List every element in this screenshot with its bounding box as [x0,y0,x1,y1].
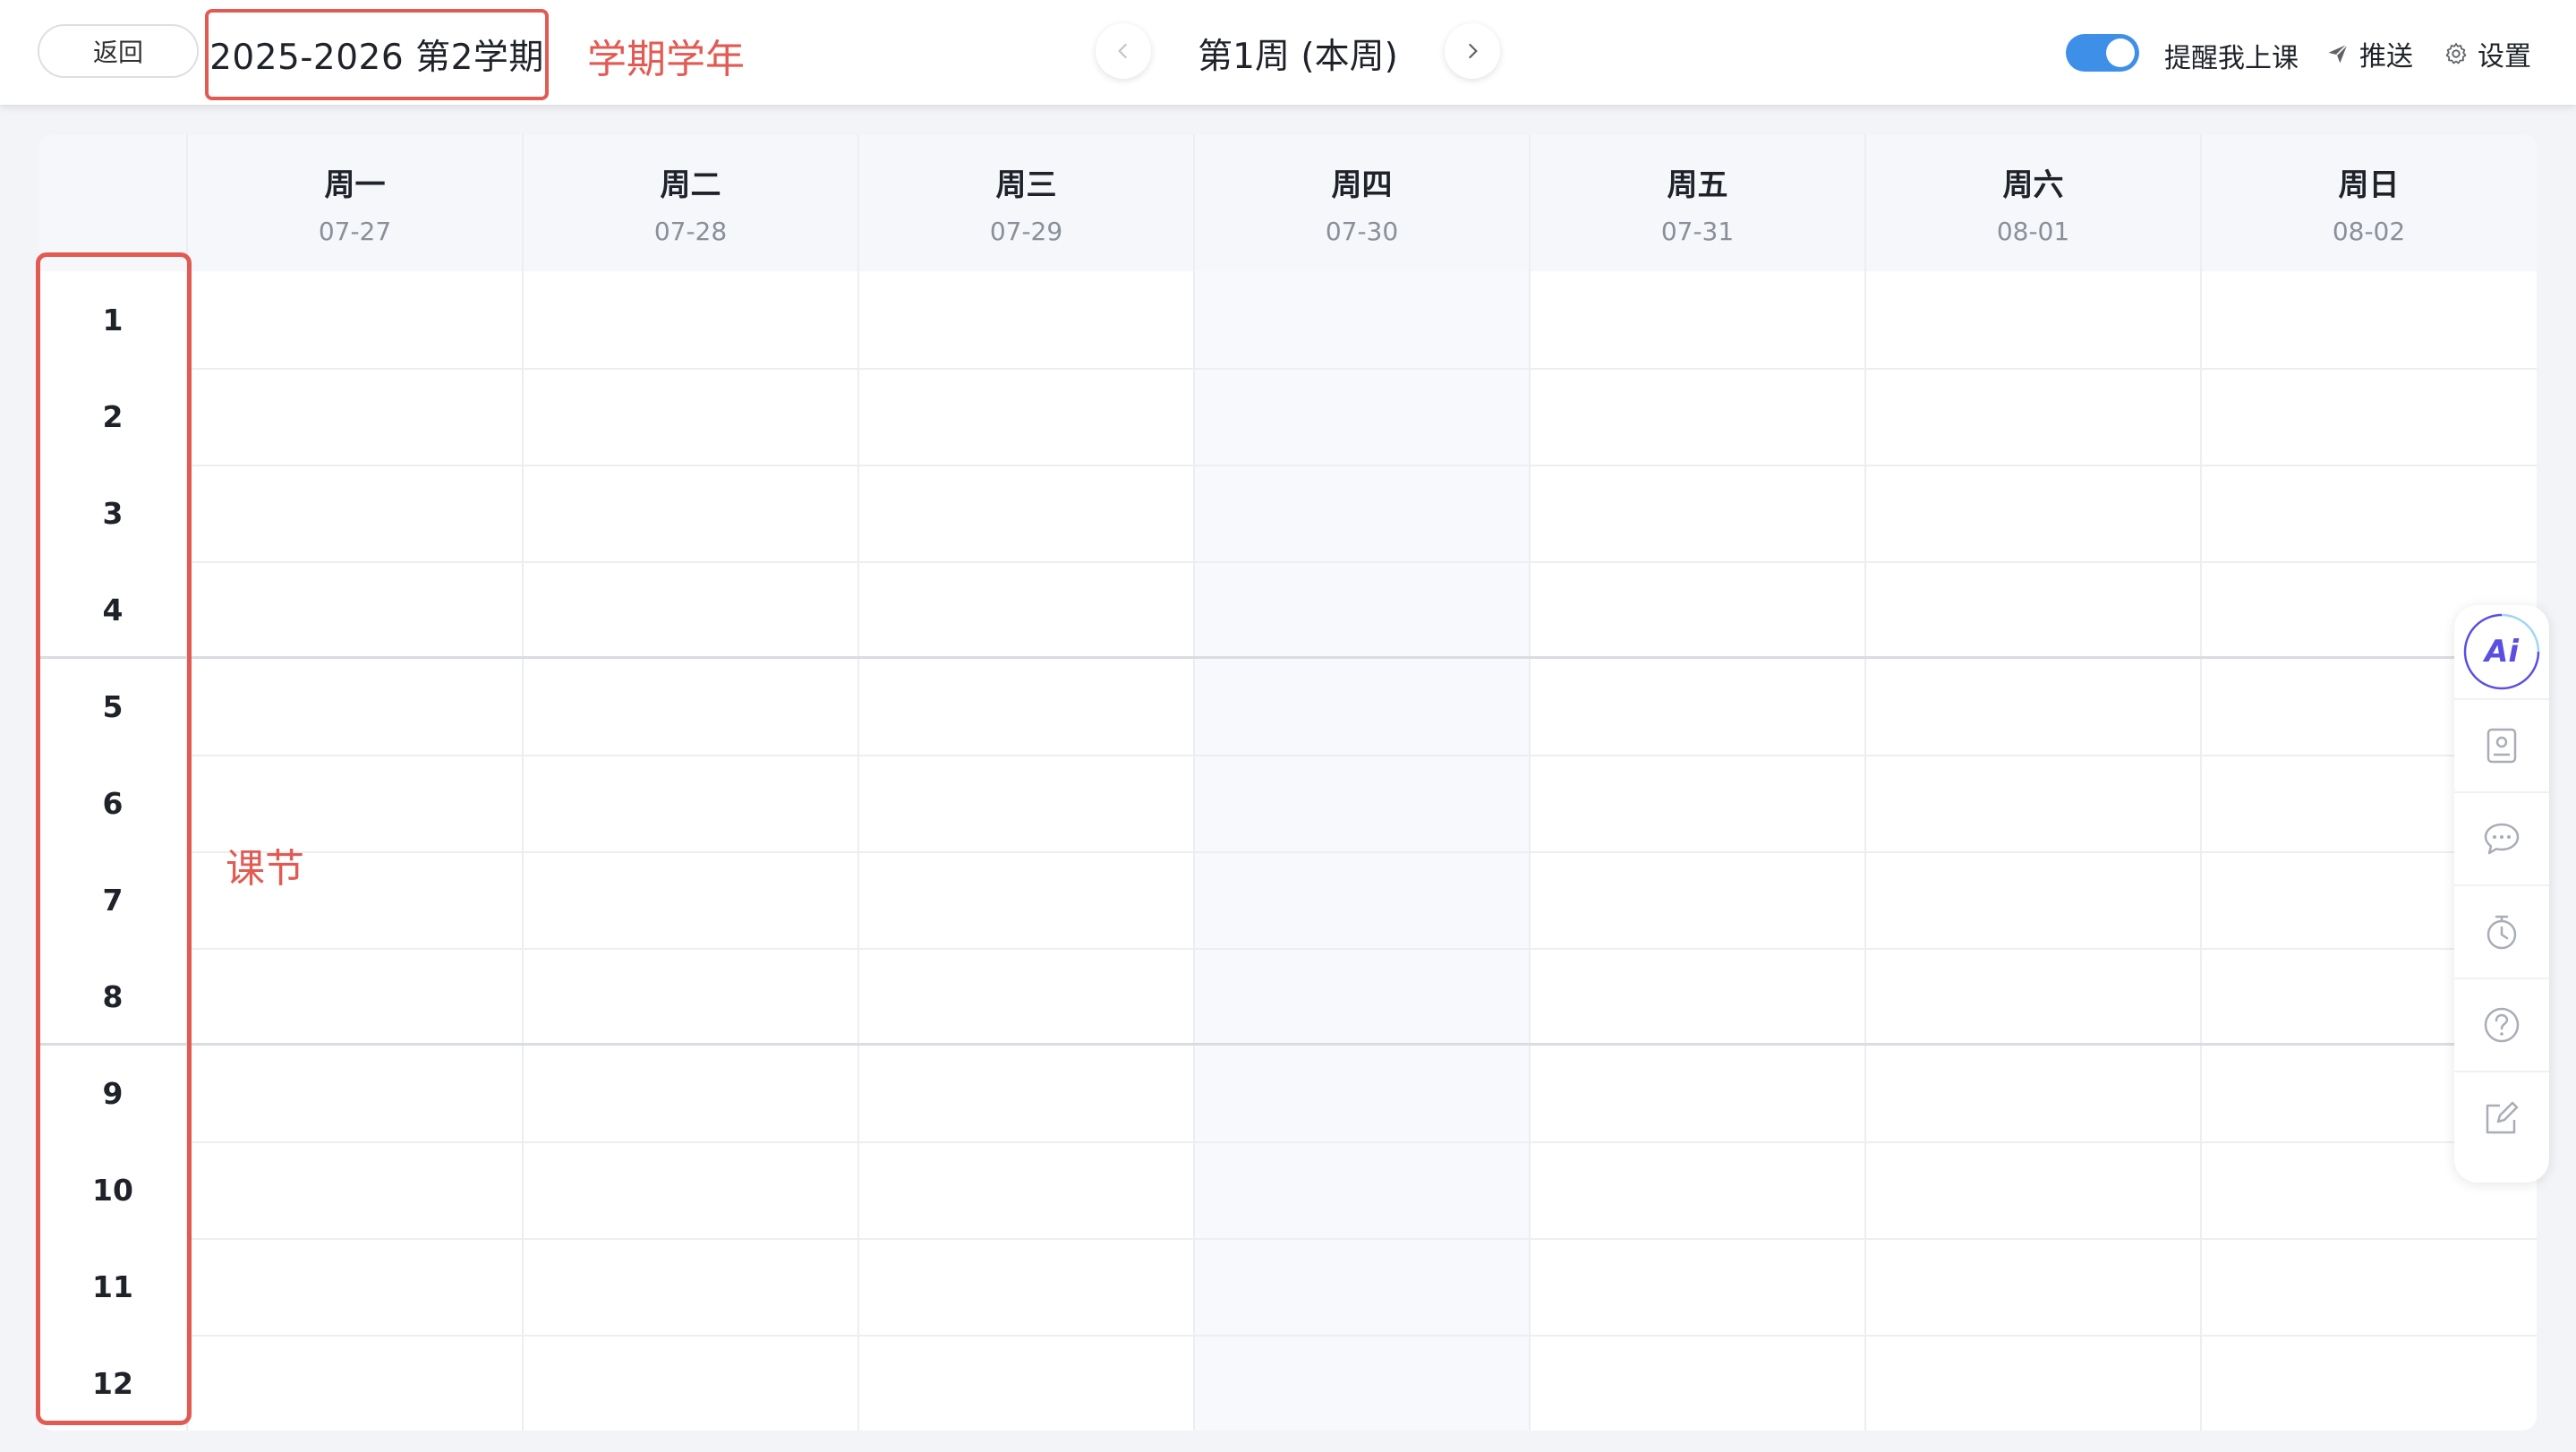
term-label: 2025-2026 第2学期 [209,38,544,78]
row-divider [186,1335,2537,1337]
row-divider [186,561,2537,563]
ai-label: Ai [2485,634,2519,670]
gear-icon [2445,43,2467,64]
push-label: 推送 [2359,41,2413,73]
remind-toggle[interactable] [2066,34,2139,72]
timer-button[interactable] [2454,884,2549,978]
settings-label: 设置 [2478,41,2531,73]
top-bar: 返回 2025-2026 第2学期 学期学年 第1周 (本周) 提醒我上课 推送… [0,0,2576,105]
day-name: 周六 [2002,167,2064,203]
day-date: 07-27 [318,216,392,246]
day-date: 07-28 [653,216,728,246]
contact-card-icon [2486,728,2517,764]
row-divider [186,368,2537,370]
day-date: 08-01 [1996,216,2070,246]
row-divider [186,1238,2537,1240]
contact-card-button[interactable] [2454,698,2549,791]
chevron-right-icon [1468,43,1478,59]
day-date: 07-29 [989,216,1063,246]
day-name: 周五 [1667,167,1728,203]
chat-button[interactable] [2454,791,2549,884]
session-divider [39,1043,2537,1046]
day-header-wed: 周三 07-29 [857,134,1193,271]
day-header-mon: 周一 07-27 [186,134,522,271]
edit-button[interactable] [2454,1071,2549,1164]
ai-assistant-icon: Ai [2461,611,2542,692]
term-annotation: 学期学年 [587,37,745,82]
remind-label: 提醒我上课 [2164,43,2299,74]
header-corner [39,134,186,271]
term-selector[interactable]: 2025-2026 第2学期 [205,9,549,100]
day-name: 周二 [660,167,721,203]
day-header-thu: 周四 07-30 [1193,134,1529,271]
day-name: 周四 [1331,167,1393,203]
day-name: 周一 [324,167,386,203]
day-date: 08-02 [2332,216,2406,246]
day-header-row: 周一 07-27 周二 07-28 周三 07-29 周四 07-30 周五 0… [39,134,2537,271]
session-divider [39,656,2537,659]
row-divider [186,465,2537,466]
next-week-button[interactable] [1445,23,1500,79]
day-header-sat: 周六 08-01 [1864,134,2200,271]
timetable: 周一 07-27 周二 07-28 周三 07-29 周四 07-30 周五 0… [39,134,2537,1431]
push-button[interactable]: 推送 [2325,34,2413,73]
day-header-tue: 周二 07-28 [522,134,857,271]
row-divider [186,948,2537,950]
edit-icon [2486,1101,2519,1134]
row-divider [186,851,2537,853]
side-toolbar: Ai [2454,605,2549,1183]
week-title: 第1周 (本周) [1198,37,1398,77]
row-divider [186,1141,2537,1143]
chevron-left-icon [1118,43,1128,59]
row-divider [186,755,2537,756]
day-header-sun: 周日 08-02 [2200,134,2536,271]
day-name: 周日 [2338,167,2400,203]
chat-icon [2484,823,2520,855]
day-date: 07-30 [1325,216,1399,246]
send-icon [2328,43,2349,64]
day-date: 07-31 [1660,216,1735,246]
toggle-knob [2106,38,2135,67]
help-button[interactable] [2454,978,2549,1071]
period-annotation: 课节 [226,846,304,892]
ai-assistant-button[interactable]: Ai [2454,605,2549,698]
timer-icon [2486,915,2517,950]
period-annotation-box [36,252,192,1425]
settings-button[interactable]: 设置 [2444,34,2531,73]
day-name: 周三 [995,167,1057,203]
back-button[interactable]: 返回 [38,24,199,78]
help-icon [2484,1007,2520,1043]
day-header-fri: 周五 07-31 [1529,134,1864,271]
prev-week-button[interactable] [1096,23,1151,79]
